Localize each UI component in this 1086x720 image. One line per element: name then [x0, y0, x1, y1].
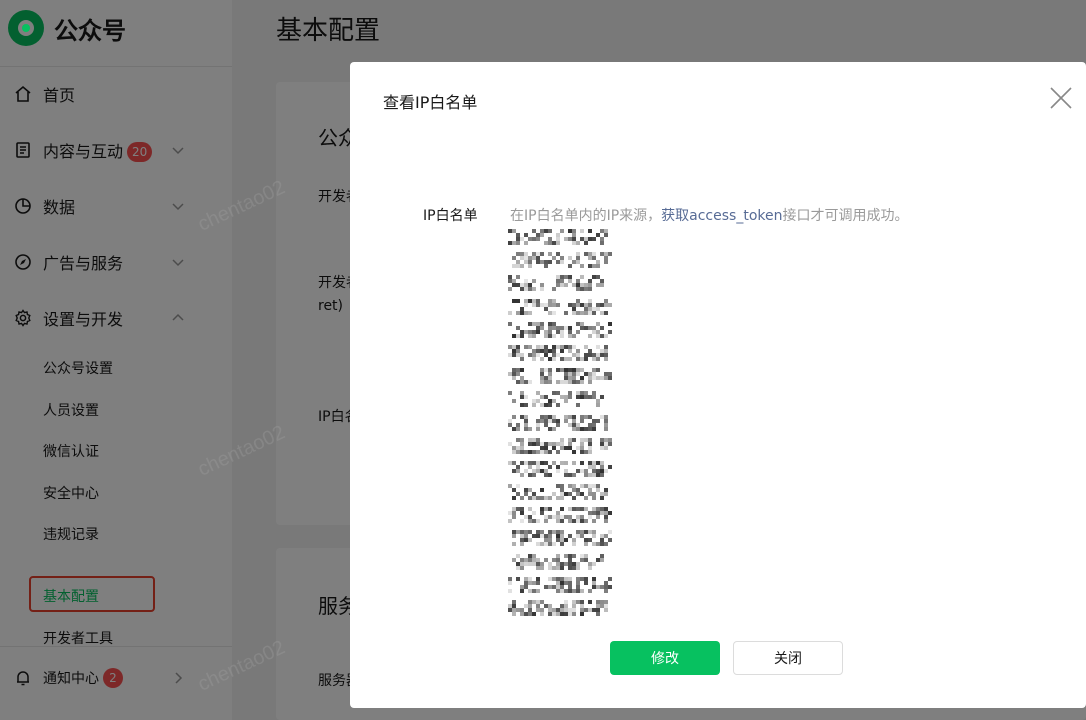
- redacted-ip-address: [508, 226, 618, 249]
- close-icon[interactable]: [1048, 85, 1074, 111]
- redacted-ip-address: [508, 597, 618, 620]
- description-text: 在IP白名单内的IP来源，: [510, 208, 662, 224]
- ip-whitelist-dialog: 查看IP白名单 IP白名单 在IP白名单内的IP来源，获取access_toke…: [350, 62, 1086, 708]
- ip-whitelist-description: 在IP白名单内的IP来源，获取access_token接口才可调用成功。: [510, 205, 908, 225]
- ip-address-list: [508, 226, 618, 620]
- edit-button[interactable]: 修改: [610, 641, 720, 675]
- redacted-ip-address: [508, 342, 618, 365]
- description-text: 接口才可调用成功。: [782, 208, 909, 224]
- redacted-ip-address: [508, 435, 618, 458]
- redacted-ip-address: [508, 249, 618, 272]
- redacted-ip-address: [508, 551, 618, 574]
- dialog-title: 查看IP白名单: [383, 93, 478, 112]
- redacted-ip-address: [508, 365, 618, 388]
- redacted-ip-address: [508, 458, 618, 481]
- redacted-ip-address: [508, 504, 618, 527]
- redacted-ip-address: [508, 319, 618, 342]
- redacted-ip-address: [508, 272, 618, 295]
- redacted-ip-address: [508, 388, 618, 411]
- redacted-ip-address: [508, 481, 618, 504]
- access-token-link[interactable]: 获取access_token: [661, 208, 782, 224]
- redacted-ip-address: [508, 574, 618, 597]
- ip-whitelist-label: IP白名单: [423, 208, 478, 224]
- redacted-ip-address: [508, 296, 618, 319]
- redacted-ip-address: [508, 527, 618, 550]
- redacted-ip-address: [508, 412, 618, 435]
- close-button[interactable]: 关闭: [733, 641, 843, 675]
